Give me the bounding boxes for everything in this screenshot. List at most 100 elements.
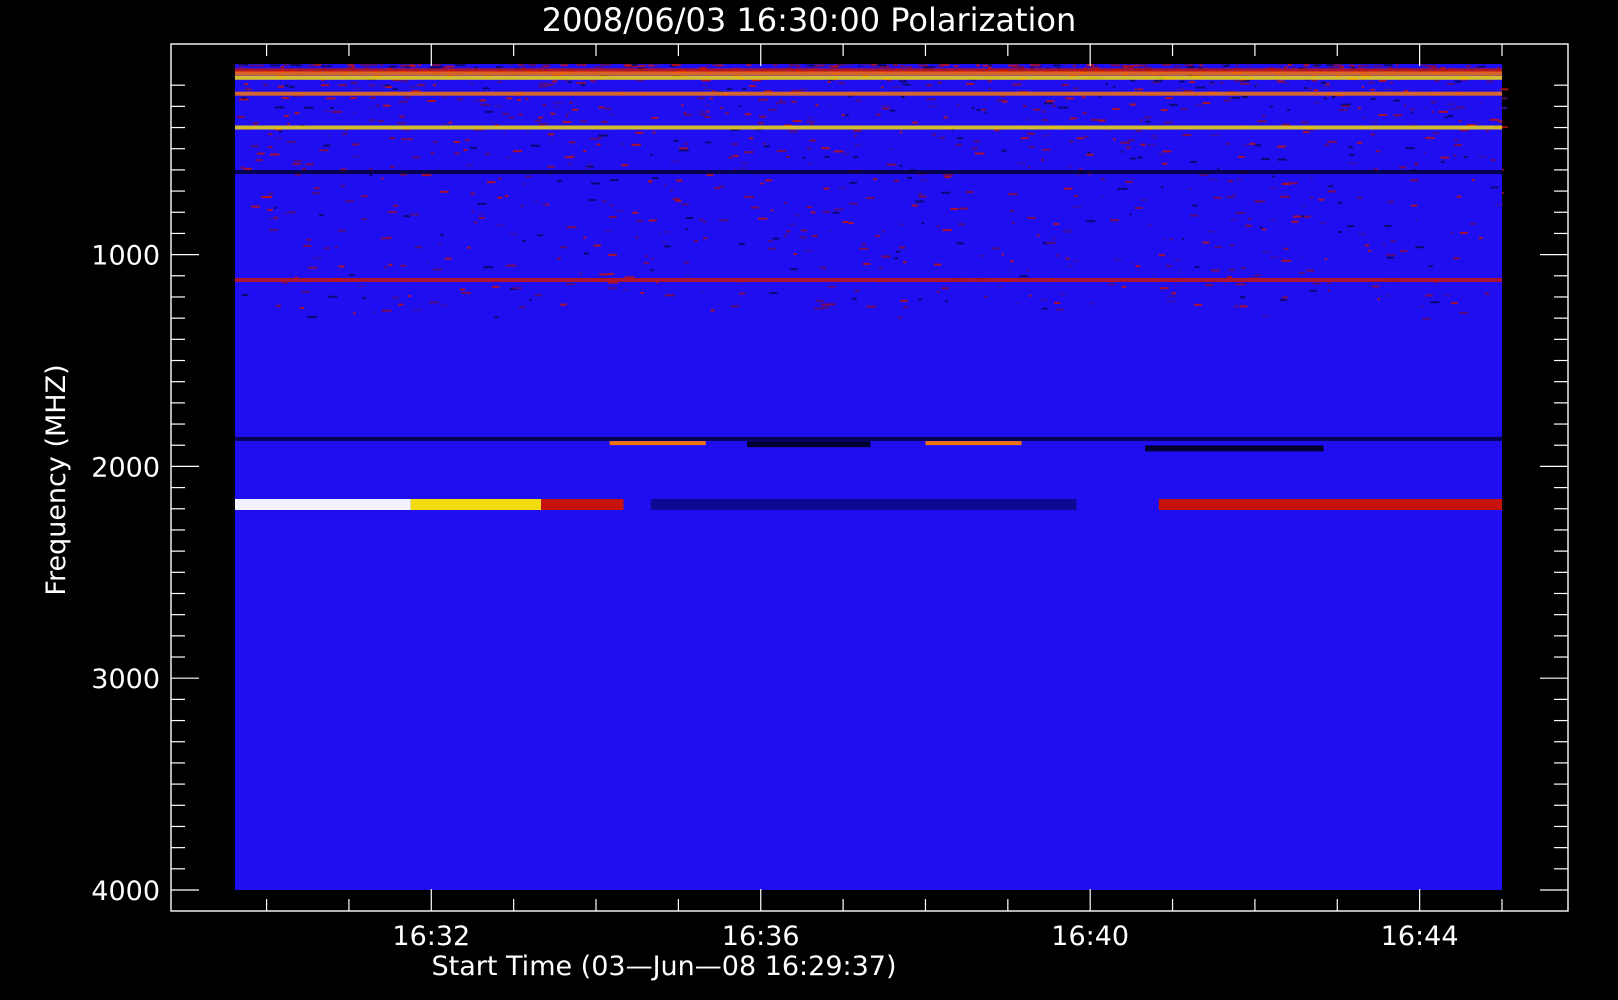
noise-pixel bbox=[439, 190, 449, 193]
noise-pixel bbox=[621, 164, 629, 167]
noise-pixel bbox=[288, 211, 296, 214]
noise-pixel bbox=[1157, 153, 1164, 156]
noise-pixel bbox=[1235, 64, 1239, 67]
noise-pixel bbox=[699, 113, 707, 116]
noise-pixel bbox=[444, 257, 452, 260]
noise-pixel bbox=[360, 195, 368, 198]
noise-pixel bbox=[937, 81, 942, 84]
noise-pixel bbox=[537, 234, 544, 237]
noise-pixel bbox=[903, 306, 909, 309]
noise-pixel bbox=[588, 199, 596, 202]
noise-pixel bbox=[1312, 282, 1321, 285]
noise-pixel bbox=[978, 254, 985, 257]
noise-pixel bbox=[273, 216, 279, 219]
noise-pixel bbox=[319, 214, 324, 216]
noise-pixel bbox=[856, 99, 861, 102]
noise-pixel bbox=[644, 255, 648, 258]
noise-pixel bbox=[479, 99, 486, 102]
noise-pixel bbox=[1089, 302, 1096, 305]
noise-pixel bbox=[1211, 269, 1220, 272]
noise-pixel bbox=[1164, 121, 1174, 124]
noise-pixel bbox=[1362, 116, 1367, 119]
noise-pixel bbox=[610, 179, 619, 182]
noise-pixel bbox=[330, 107, 334, 109]
noise-pixel bbox=[1056, 308, 1064, 311]
noise-pixel bbox=[1292, 215, 1303, 218]
noise-pixel bbox=[256, 152, 265, 155]
noise-pixel bbox=[477, 202, 487, 205]
noise-pixel bbox=[1167, 295, 1176, 298]
noise-pixel bbox=[792, 120, 802, 122]
noise-pixel bbox=[240, 166, 245, 169]
noise-pixel bbox=[410, 64, 414, 67]
noise-pixel bbox=[1129, 103, 1137, 106]
noise-pixel bbox=[1494, 203, 1503, 206]
noise-pixel bbox=[1042, 148, 1051, 151]
noise-pixel bbox=[776, 149, 787, 152]
noise-pixel bbox=[1020, 139, 1023, 142]
noise-pixel bbox=[821, 147, 830, 150]
noise-pixel bbox=[1046, 100, 1055, 103]
noise-pixel bbox=[1230, 218, 1238, 221]
noise-pixel bbox=[480, 103, 491, 106]
noise-pixel bbox=[1419, 305, 1424, 308]
noise-pixel bbox=[1064, 187, 1073, 190]
noise-pixel bbox=[1491, 159, 1496, 162]
noise-pixel bbox=[1165, 97, 1174, 100]
noise-pixel bbox=[813, 307, 824, 310]
noise-pixel bbox=[508, 64, 513, 66]
noise-pixel bbox=[324, 247, 330, 250]
noise-pixel bbox=[284, 114, 290, 117]
noise-pixel bbox=[892, 86, 902, 88]
noise-pixel bbox=[767, 247, 777, 250]
noise-pixel bbox=[303, 244, 312, 247]
noise-pixel bbox=[794, 214, 801, 217]
noise-pixel bbox=[973, 140, 981, 143]
noise-pixel bbox=[598, 134, 609, 137]
noise-pixel bbox=[596, 143, 601, 146]
noise-pixel bbox=[958, 207, 968, 210]
noise-pixel bbox=[1434, 79, 1440, 82]
noise-pixel bbox=[699, 218, 704, 221]
noise-pixel bbox=[1478, 237, 1483, 240]
noise-pixel bbox=[433, 84, 437, 87]
noise-pixel bbox=[1012, 83, 1022, 86]
noise-pixel bbox=[1490, 186, 1499, 189]
noise-pixel bbox=[1028, 146, 1035, 149]
noise-pixel bbox=[1086, 153, 1094, 156]
noise-pixel bbox=[1159, 287, 1169, 290]
noise-pixel bbox=[705, 104, 710, 107]
noise-pixel bbox=[1140, 143, 1146, 146]
noise-pixel bbox=[1486, 80, 1494, 83]
noise-pixel bbox=[943, 116, 948, 119]
noise-pixel bbox=[1014, 64, 1019, 67]
noise-pixel bbox=[255, 159, 263, 162]
noise-pixel bbox=[1411, 204, 1418, 207]
noise-pixel bbox=[944, 176, 952, 179]
noise-pixel bbox=[557, 179, 563, 182]
noise-pixel bbox=[1313, 89, 1319, 92]
noise-pixel bbox=[1108, 283, 1116, 286]
depolarized-band bbox=[1145, 445, 1324, 452]
noise-pixel bbox=[1217, 167, 1220, 170]
noise-pixel bbox=[1230, 244, 1235, 247]
noise-pixel bbox=[681, 104, 684, 107]
noise-pixel bbox=[504, 195, 509, 198]
noise-pixel bbox=[838, 186, 847, 189]
noise-pixel bbox=[494, 316, 499, 319]
noise-pixel bbox=[1322, 85, 1331, 88]
noise-pixel bbox=[765, 179, 773, 182]
polarized-band bbox=[410, 499, 542, 510]
noise-pixel bbox=[1318, 198, 1325, 201]
noise-pixel bbox=[448, 121, 453, 124]
noise-pixel bbox=[518, 113, 523, 116]
noise-pixel bbox=[1228, 269, 1236, 272]
noise-pixel bbox=[1474, 122, 1482, 125]
noise-pixel bbox=[1151, 134, 1157, 137]
noise-pixel bbox=[1220, 64, 1224, 67]
noise-pixel bbox=[415, 246, 422, 249]
noise-pixel bbox=[284, 84, 289, 87]
noise-pixel bbox=[569, 141, 576, 144]
noise-pixel bbox=[1361, 86, 1365, 89]
noise-pixel bbox=[928, 105, 938, 108]
